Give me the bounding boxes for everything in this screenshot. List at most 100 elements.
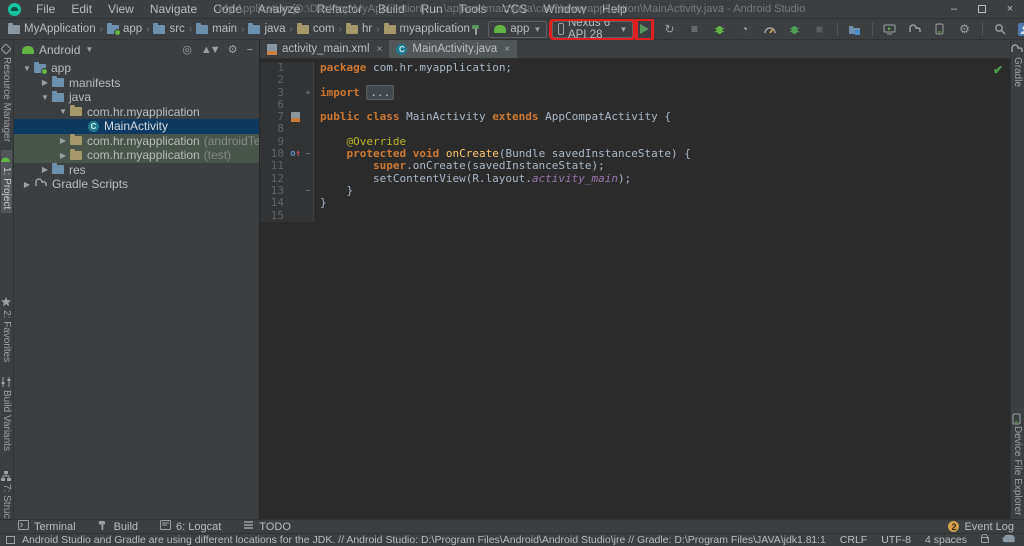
status-bar: Android Studio and Gradle are using diff… bbox=[0, 533, 1024, 546]
fold-marker[interactable]: − bbox=[303, 148, 314, 161]
breadcrumb-item-MyApplication[interactable]: MyApplication bbox=[8, 22, 96, 35]
tree-item-com-hr-myapplication[interactable]: ▶ com.hr.myapplication (test) bbox=[14, 148, 259, 163]
breadcrumb-item-java[interactable]: java bbox=[248, 22, 286, 35]
breadcrumb-separator: › bbox=[338, 23, 342, 35]
code-content: setContentView(R.layout.activity_main); bbox=[314, 172, 631, 185]
toolwindow-button-build[interactable]: Build bbox=[98, 520, 138, 533]
tree-item-app[interactable]: ▼ app bbox=[14, 61, 259, 76]
breadcrumb-item-src[interactable]: src bbox=[153, 22, 185, 35]
breadcrumb-item-main[interactable]: main bbox=[196, 22, 237, 35]
tree-item-mainactivity[interactable]: C MainActivity bbox=[14, 119, 259, 134]
maximize-button[interactable] bbox=[968, 0, 996, 18]
sidebar-item-1-project[interactable]: 1: Project bbox=[1, 150, 12, 214]
device-select[interactable]: Nexus 6 API 28 ▼ bbox=[549, 17, 637, 41]
gear-download-icon[interactable]: ⚙ bbox=[955, 21, 975, 38]
tree-item-com-hr-myapplication[interactable]: ▼ com.hr.myapplication bbox=[14, 105, 259, 120]
status-message[interactable]: Android Studio and Gradle are using diff… bbox=[22, 534, 811, 546]
gear-icon[interactable]: ⚙ bbox=[228, 43, 238, 56]
tree-chevron-down-icon[interactable]: ▼ bbox=[58, 107, 68, 116]
run-button[interactable] bbox=[635, 17, 654, 41]
gradle-elephant-icon bbox=[34, 177, 47, 191]
tree-chevron-right-icon[interactable]: ▶ bbox=[58, 136, 68, 145]
tree-chevron-right-icon[interactable]: ▶ bbox=[40, 78, 50, 87]
apply-code-changes-icon[interactable]: ≡ bbox=[685, 21, 705, 38]
breadcrumb-item-myapplication[interactable]: myapplication bbox=[383, 22, 470, 35]
sidebar-item-build-variants[interactable]: Build Variants bbox=[1, 373, 12, 455]
line-ending-indicator[interactable]: CRLF bbox=[840, 534, 867, 546]
right-tool-stripe: Gradle Device File Explorer bbox=[1010, 40, 1024, 519]
stripe-label: 1: Project bbox=[1, 167, 12, 210]
encoding-indicator[interactable]: UTF-8 bbox=[881, 534, 911, 546]
search-everywhere-icon[interactable] bbox=[990, 21, 1010, 38]
token: com.hr.myapplication; bbox=[372, 61, 513, 74]
tree-chevron-right-icon[interactable]: ▶ bbox=[40, 165, 50, 174]
menu-navigate[interactable]: Navigate bbox=[143, 1, 204, 17]
sidebar-item-7-structure[interactable]: 7: Structure bbox=[0, 467, 12, 519]
tree-item-com-hr-myapplication[interactable]: ▶ com.hr.myapplication(androidTest) bbox=[14, 133, 259, 148]
collapse-all-icon[interactable]: ▲▼ bbox=[201, 44, 221, 56]
menu-view[interactable]: View bbox=[101, 1, 141, 17]
toolwindow-button-todo[interactable]: TODO bbox=[243, 520, 291, 533]
locate-file-icon[interactable]: ◎ bbox=[182, 43, 192, 56]
inspection-ok-icon[interactable]: ✔ bbox=[993, 63, 1003, 77]
sidebar-item-resource-manager[interactable]: Resource Manager bbox=[0, 40, 12, 146]
gradle-sync-icon[interactable] bbox=[905, 21, 925, 38]
lock-icon[interactable] bbox=[981, 534, 989, 543]
gutter-slot bbox=[288, 123, 303, 136]
sidebar-item-device-file-explorer[interactable]: Device File Explorer bbox=[1012, 409, 1023, 519]
close-icon[interactable]: × bbox=[377, 44, 383, 55]
layout-file-icon[interactable] bbox=[288, 111, 303, 124]
tree-label: com.hr.myapplication bbox=[87, 104, 200, 119]
coverage-icon[interactable]: ◔ bbox=[735, 21, 755, 38]
profiler-gauge-icon[interactable] bbox=[760, 21, 780, 38]
indent-indicator[interactable]: 4 spaces bbox=[925, 534, 967, 546]
fold-marker[interactable]: − bbox=[303, 184, 314, 198]
avd-manager-icon[interactable] bbox=[880, 21, 900, 38]
attach-debugger-icon[interactable] bbox=[785, 21, 805, 38]
tree-item-manifests[interactable]: ▶ manifests bbox=[14, 76, 259, 91]
event-log-button[interactable]: 2 Event Log bbox=[948, 521, 1014, 533]
project-structure-folder-icon[interactable] bbox=[845, 21, 865, 38]
toolwindow-button-6-logcat[interactable]: 6: Logcat bbox=[160, 520, 221, 533]
toolbar-separator bbox=[871, 22, 873, 36]
minimize-button[interactable]: – bbox=[940, 0, 968, 18]
chevron-down-icon: ▼ bbox=[85, 45, 94, 54]
profile-avatar-icon[interactable] bbox=[1015, 21, 1024, 38]
window-title: My Application [D:\Desktop\MyApplication… bbox=[218, 3, 806, 15]
tree-item-java[interactable]: ▼ java bbox=[14, 90, 259, 105]
tab-mainactivity-java[interactable]: C MainActivity.java × bbox=[389, 40, 518, 58]
breadcrumb-item-app[interactable]: app bbox=[106, 22, 142, 36]
tree-chevron-down-icon[interactable]: ▼ bbox=[22, 64, 32, 73]
debug-bug-icon[interactable] bbox=[710, 21, 730, 38]
token: AppCompatActivity { bbox=[545, 110, 672, 124]
tab-activity-main-xml[interactable]: activity_main.xml × bbox=[260, 40, 389, 58]
sdk-manager-icon[interactable] bbox=[930, 21, 950, 38]
tree-item-res[interactable]: ▶ res bbox=[14, 163, 259, 178]
close-icon[interactable]: × bbox=[504, 44, 510, 55]
menu-file[interactable]: File bbox=[29, 1, 62, 17]
code-line: 13− } bbox=[260, 184, 1010, 198]
apply-changes-icon[interactable]: ↻ bbox=[660, 21, 680, 38]
hide-panel-icon[interactable]: − bbox=[247, 44, 253, 56]
fold-marker[interactable]: + bbox=[303, 86, 314, 99]
tree-item-gradle-scripts[interactable]: ▶ Gradle Scripts bbox=[14, 177, 259, 192]
sidebar-item-2-favorites[interactable]: 2: Favorites bbox=[0, 293, 12, 366]
project-view-selector[interactable]: Android bbox=[39, 43, 80, 57]
breadcrumb-item-com[interactable]: com bbox=[296, 22, 335, 35]
run-configuration-select[interactable]: app ▼ bbox=[488, 20, 548, 38]
sidebar-item-gradle[interactable]: Gradle bbox=[1011, 40, 1023, 91]
override-icon[interactable]: o↑ bbox=[288, 148, 303, 161]
tree-label-suffix: (androidTest) bbox=[203, 133, 259, 148]
tree-chevron-right-icon[interactable]: ▶ bbox=[22, 180, 32, 189]
code-editor[interactable]: ✔ 1 package com.hr.myapplication; 2 3 + impor… bbox=[260, 59, 1010, 519]
tree-chevron-down-icon[interactable]: ▼ bbox=[40, 93, 50, 102]
close-button[interactable]: × bbox=[996, 0, 1024, 18]
caret-position[interactable]: 1:1 bbox=[811, 534, 826, 546]
stop-icon[interactable]: ■ bbox=[810, 21, 830, 38]
code-content: } bbox=[314, 197, 327, 209]
menu-edit[interactable]: Edit bbox=[64, 1, 99, 17]
tree-chevron-right-icon[interactable]: ▶ bbox=[58, 151, 68, 160]
build-hammer-icon[interactable] bbox=[470, 21, 483, 38]
toolwindow-button-terminal[interactable]: Terminal bbox=[18, 520, 76, 533]
breadcrumb-item-hr[interactable]: hr bbox=[345, 22, 372, 35]
